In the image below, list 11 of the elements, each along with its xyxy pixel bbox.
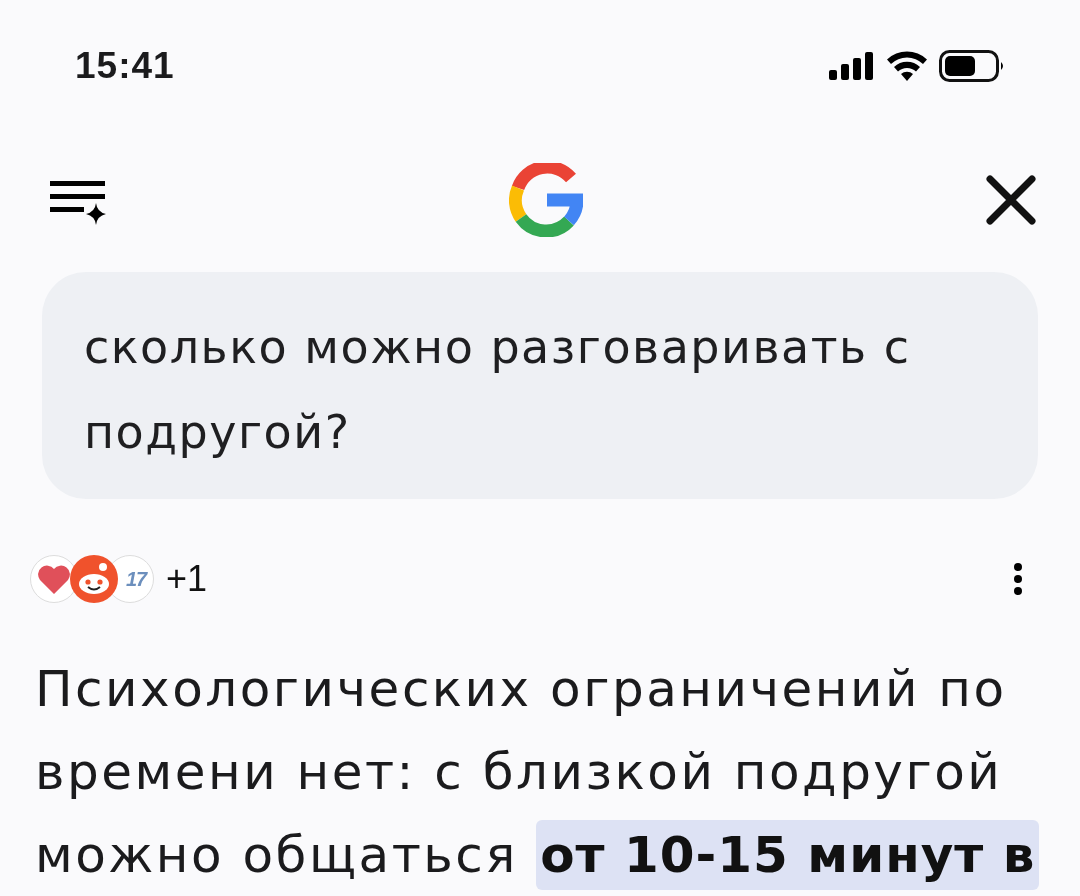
more-icon[interactable] [1012,561,1024,597]
close-icon[interactable] [986,175,1036,225]
wifi-icon [887,51,927,81]
source-count: +1 [166,558,208,600]
query-text: сколько можно разговаривать с подругой? [84,319,912,461]
logo-icon [509,163,583,237]
status-time: 15:41 [75,45,175,87]
signal-icon [829,52,875,80]
answer-text: Психологических ограничений по времени нет: с близкой подругой можно общаться от 10-15 минут в [35,648,1045,896]
alien-face-icon [70,555,118,603]
battery-icon [939,50,1005,82]
